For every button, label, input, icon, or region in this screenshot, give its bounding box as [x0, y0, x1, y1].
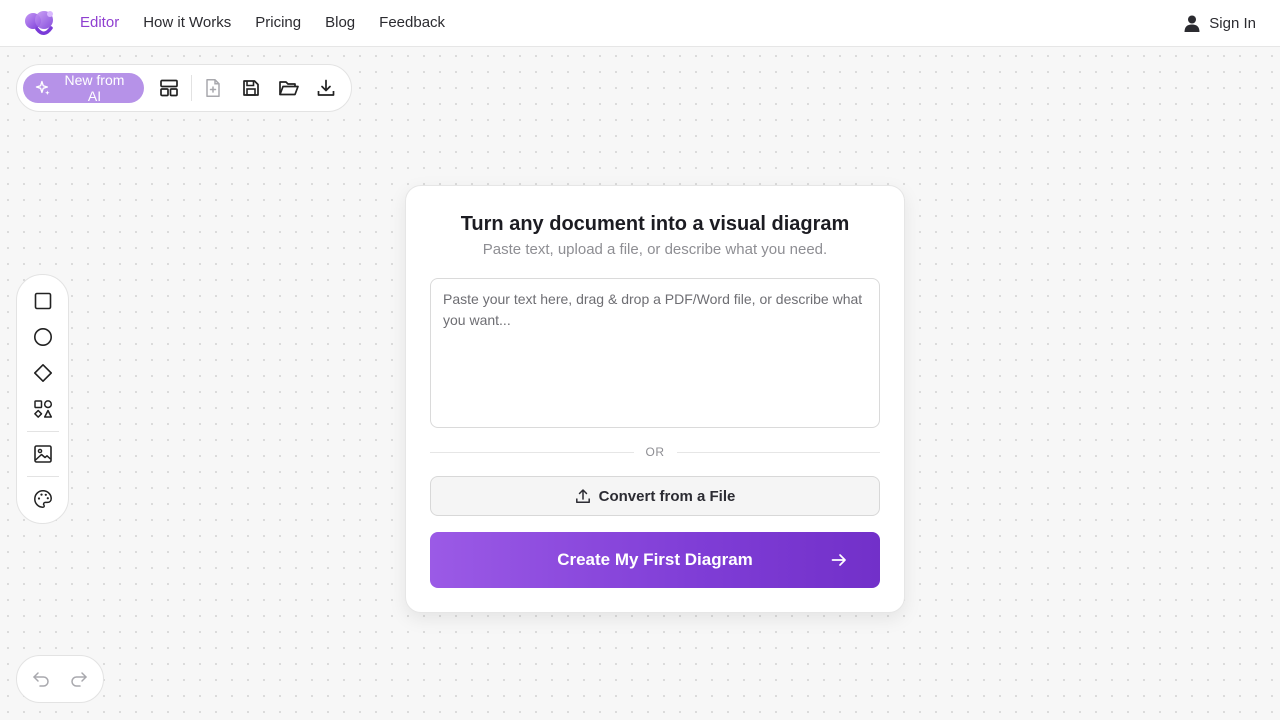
card-subtitle: Paste text, upload a file, or describe w…: [482, 241, 828, 258]
arrow-right-icon: [831, 554, 846, 566]
layout-template-icon: [160, 79, 178, 97]
top-navigation: Editor How it Works Pricing Blog Feedbac…: [0, 0, 1280, 47]
or-label: OR: [645, 445, 665, 459]
open-folder-button[interactable]: [270, 70, 308, 106]
nav-link-blog[interactable]: Blog: [325, 13, 355, 33]
save-icon: [243, 80, 259, 96]
prompt-input[interactable]: [430, 278, 880, 428]
create-diagram-card: Turn any document into a visual diagram …: [405, 185, 905, 613]
square-icon: [34, 292, 51, 310]
redo-button[interactable]: [69, 669, 89, 689]
open-folder-icon: [278, 81, 299, 96]
diamond-tool[interactable]: [23, 355, 63, 391]
convert-from-file-button[interactable]: Convert from a File: [430, 476, 880, 516]
palette-tool[interactable]: [23, 481, 63, 517]
redo-icon: [71, 672, 87, 687]
nav-link-feedback[interactable]: Feedback: [379, 13, 445, 33]
or-separator: OR: [430, 444, 880, 460]
create-label: Create My First Diagram: [557, 550, 753, 569]
sparkles-icon: [35, 80, 50, 96]
diamond-icon: [33, 364, 52, 382]
toolbar-divider: [190, 75, 192, 101]
sign-in-button[interactable]: Sign In: [1184, 15, 1256, 32]
shapes-tool[interactable]: [23, 391, 63, 427]
circle-tool[interactable]: [23, 319, 63, 355]
nav-link-editor[interactable]: Editor: [80, 13, 119, 33]
user-icon: [1184, 15, 1200, 32]
download-button[interactable]: [307, 70, 345, 106]
nav-link-how-it-works[interactable]: How it Works: [143, 13, 231, 33]
new-file-button[interactable]: [195, 70, 233, 106]
shape-toolbar-divider: [26, 476, 59, 477]
logo-icon: [25, 11, 53, 35]
app-logo[interactable]: [24, 7, 56, 39]
history-controls: [16, 655, 104, 703]
image-icon: [33, 445, 52, 463]
save-button[interactable]: [232, 70, 270, 106]
separator-line: [676, 451, 880, 453]
separator-line: [430, 451, 634, 453]
editor-toolbar: New from AI: [16, 64, 352, 112]
palette-icon: [33, 490, 52, 508]
new-from-ai-label: New from AI: [64, 72, 125, 104]
convert-label: Convert from a File: [598, 487, 736, 505]
shape-toolbar: [16, 274, 69, 524]
shapes-icon: [33, 400, 52, 418]
create-diagram-button[interactable]: Create My First Diagram: [430, 532, 880, 588]
card-title: Turn any document into a visual diagram: [460, 213, 850, 235]
layout-template-button[interactable]: [150, 70, 188, 106]
new-file-icon: [206, 79, 221, 97]
circle-icon: [33, 328, 52, 346]
undo-button[interactable]: [31, 669, 51, 689]
nav-link-pricing[interactable]: Pricing: [255, 13, 301, 33]
rectangle-tool[interactable]: [23, 283, 63, 319]
undo-icon: [33, 672, 49, 687]
upload-icon: [575, 489, 590, 503]
new-from-ai-button[interactable]: New from AI: [23, 72, 145, 104]
sign-in-label: Sign In: [1209, 14, 1256, 32]
main-nav: Editor How it Works Pricing Blog Feedbac…: [80, 13, 445, 33]
download-icon: [317, 79, 335, 96]
image-tool[interactable]: [23, 436, 63, 472]
shape-toolbar-divider: [26, 431, 59, 432]
